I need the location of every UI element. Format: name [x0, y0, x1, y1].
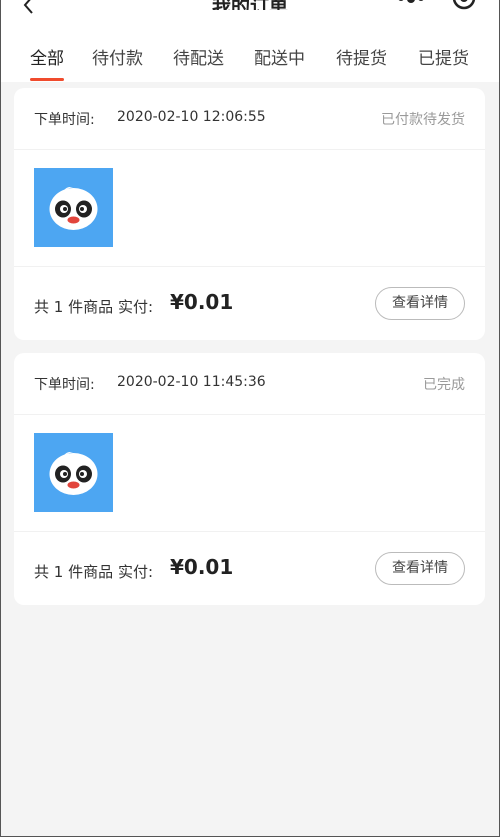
order-tabs: 全部 待付款 待配送 配送中 待提货 已提货 — [0, 40, 500, 82]
paid-label: 实付: — [118, 298, 154, 316]
order-footer: 共 1 件商品 实付: ¥0.01 查看详情 — [14, 531, 485, 605]
order-card[interactable]: 下单时间: 2020-02-10 12:06:55 已付款待发货 共 1 件商品… — [14, 88, 485, 340]
panda-icon — [49, 452, 98, 495]
view-details-button[interactable]: 查看详情 — [375, 552, 465, 585]
item-count: 共 1 件商品 — [34, 563, 114, 581]
tab-delivering[interactable]: 配送中 — [254, 44, 305, 69]
view-details-button[interactable]: 查看详情 — [375, 287, 465, 320]
order-card[interactable]: 下单时间: 2020-02-10 11:45:36 已完成 共 1 件商品 实付… — [14, 353, 485, 605]
order-time-label: 下单时间: — [34, 112, 95, 128]
item-count: 共 1 件商品 — [34, 298, 114, 316]
order-time-value: 2020-02-10 11:45:36 — [117, 374, 266, 390]
more-dots-icon[interactable] — [396, 0, 426, 8]
tab-picked-up[interactable]: 已提货 — [418, 44, 469, 69]
paid-label: 实付: — [118, 563, 154, 581]
order-header: 下单时间: 2020-02-10 12:06:55 已付款待发货 — [14, 88, 485, 150]
order-header: 下单时间: 2020-02-10 11:45:36 已完成 — [14, 353, 485, 415]
order-time-label: 下单时间: — [34, 377, 95, 393]
active-tab-indicator — [30, 78, 64, 81]
order-time-value: 2020-02-10 12:06:55 — [117, 109, 266, 125]
order-footer: 共 1 件商品 实付: ¥0.01 查看详情 — [14, 266, 485, 340]
product-thumbnail[interactable] — [34, 168, 113, 247]
target-close-icon[interactable] — [452, 0, 476, 12]
order-status: 已完成 — [423, 377, 465, 393]
tab-pending-payment[interactable]: 待付款 — [92, 44, 143, 69]
nav-bar: 我的订单 — [0, 0, 500, 40]
panda-icon — [49, 187, 98, 230]
paid-amount: ¥0.01 — [170, 555, 234, 579]
paid-amount: ¥0.01 — [170, 290, 234, 314]
tab-pending-delivery[interactable]: 待配送 — [173, 44, 224, 69]
order-status: 已付款待发货 — [381, 112, 465, 128]
tab-pending-pickup[interactable]: 待提货 — [336, 44, 387, 69]
product-thumbnail[interactable] — [34, 433, 113, 512]
tab-all[interactable]: 全部 — [30, 44, 64, 69]
